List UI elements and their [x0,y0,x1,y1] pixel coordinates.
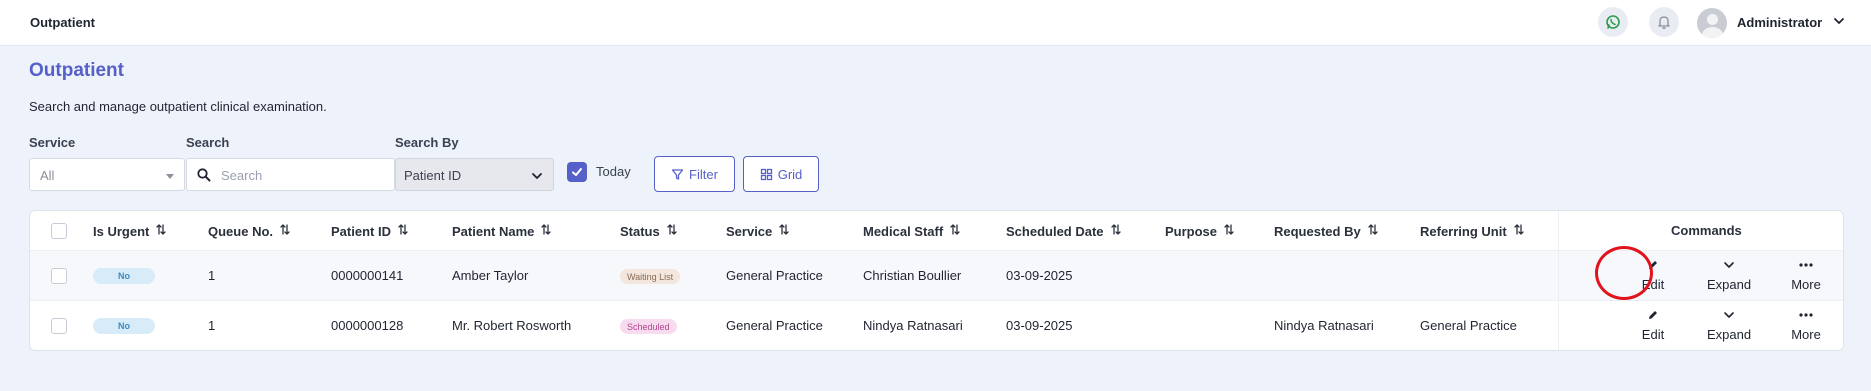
search-label: Search [186,135,230,150]
sort-icon[interactable] [156,223,166,239]
expand-button[interactable]: Expand [1699,307,1759,342]
grid-button[interactable]: Grid [743,156,819,192]
medical-staff-cell: Nindya Ratnasari [863,318,963,333]
page-title: Outpatient [29,60,124,81]
column-header-purpose[interactable]: Purpose [1165,223,1234,239]
search-field[interactable] [186,158,395,191]
filter-button-label: Filter [689,166,718,182]
referring-unit-cell: General Practice [1420,318,1517,333]
sort-icon[interactable] [1224,223,1234,239]
more-dots-icon [1799,263,1813,267]
column-header-status[interactable]: Status [620,223,677,239]
edit-button[interactable]: Edit [1623,307,1683,342]
whatsapp-icon [1606,15,1620,29]
chevron-down-icon [1724,262,1734,268]
urgent-badge: No [93,268,155,284]
queue-no-cell: 1 [208,268,216,283]
requested-by-cell: Nindya Ratnasari [1274,318,1374,333]
service-cell: General Practice [726,268,823,283]
column-header-medical-staff[interactable]: Medical Staff [863,223,960,239]
whatsapp-button[interactable] [1598,7,1628,37]
service-select-value: All [40,168,55,183]
grid-icon [760,168,772,180]
pencil-icon [1649,261,1657,269]
chevron-down-icon [1724,312,1734,318]
column-header-commands: Commands [1671,223,1742,238]
urgent-badge: No [93,318,155,334]
table-row[interactable]: No 1 0000000141 Amber Taylor Waiting Lis… [30,251,1843,301]
sort-icon[interactable] [280,223,290,239]
row-checkbox[interactable] [51,318,67,334]
column-header-patient-id[interactable]: Patient ID [331,223,408,239]
service-cell: General Practice [726,318,823,333]
search-input[interactable] [221,166,386,184]
column-header-scheduled-date[interactable]: Scheduled Date [1006,223,1121,239]
status-badge: Waiting List [620,269,681,284]
column-header-queue-no[interactable]: Queue No. [208,223,290,239]
today-label[interactable]: Today [596,164,631,179]
sort-icon[interactable] [541,223,552,239]
today-checkbox[interactable] [567,162,587,182]
patient-name-cell: Mr. Robert Rosworth [452,318,572,333]
page-subtitle: Search and manage outpatient clinical ex… [29,99,327,114]
more-button[interactable]: More [1776,257,1836,292]
edit-label: Edit [1641,277,1665,292]
more-button[interactable]: More [1776,307,1836,342]
search-by-label: Search By [395,135,459,150]
row-checkbox[interactable] [51,268,67,284]
expand-label: Expand [1706,277,1752,292]
more-label: More [1791,327,1821,342]
scheduled-date-cell: 03-09-2025 [1006,318,1073,333]
patient-name-cell: Amber Taylor [452,268,529,283]
service-select[interactable]: All [29,158,185,191]
app-title: Outpatient [30,15,95,30]
top-bar: Outpatient Administrator [0,0,1871,46]
commands-divider [1558,211,1559,350]
notification-button[interactable] [1649,7,1679,37]
sort-icon[interactable] [667,223,677,239]
caret-down-icon [166,174,174,179]
column-header-service[interactable]: Service [726,223,789,239]
sort-icon[interactable] [779,223,789,239]
queue-no-cell: 1 [208,318,216,333]
column-header-patient-name[interactable]: Patient Name [452,223,552,239]
search-by-value: Patient ID [404,168,462,183]
filter-icon [671,168,684,180]
table-header-row: Is Urgent Queue No. Patient ID Patient N… [30,211,1843,251]
select-all-checkbox[interactable] [51,223,67,239]
chevron-down-icon[interactable] [1833,15,1845,27]
status-badge: Scheduled [620,319,677,334]
outpatient-table: Is Urgent Queue No. Patient ID Patient N… [29,210,1844,351]
bell-icon [1658,16,1670,29]
expand-button[interactable]: Expand [1699,257,1759,292]
grid-button-label: Grid [777,166,803,182]
search-by-select[interactable]: Patient ID [395,158,554,191]
chevron-down-icon [532,173,542,179]
check-icon [572,168,582,176]
pencil-icon [1649,311,1657,319]
patient-id-cell: 0000000128 [331,318,404,333]
more-label: More [1791,277,1821,292]
sort-icon[interactable] [398,223,408,239]
sort-icon[interactable] [1514,223,1524,239]
scheduled-date-cell: 03-09-2025 [1006,268,1073,283]
edit-label: Edit [1641,327,1665,342]
medical-staff-cell: Christian Boullier [863,268,962,283]
sort-icon[interactable] [1368,223,1378,239]
edit-button[interactable]: Edit [1623,257,1683,292]
user-avatar-icon[interactable] [1697,8,1727,38]
column-header-referring-unit[interactable]: Referring Unit [1420,223,1524,239]
service-label: Service [29,135,76,150]
expand-label: Expand [1706,327,1752,342]
more-dots-icon [1799,313,1813,317]
column-header-is-urgent[interactable]: Is Urgent [93,223,166,239]
filter-button[interactable]: Filter [654,156,735,192]
sort-icon[interactable] [950,223,960,239]
table-row[interactable]: No 1 0000000128 Mr. Robert Rosworth Sche… [30,301,1843,350]
search-icon [197,168,211,182]
column-header-requested-by[interactable]: Requested By [1274,223,1378,239]
sort-icon[interactable] [1110,223,1121,239]
user-name[interactable]: Administrator [1737,15,1822,30]
patient-id-cell: 0000000141 [331,268,404,283]
